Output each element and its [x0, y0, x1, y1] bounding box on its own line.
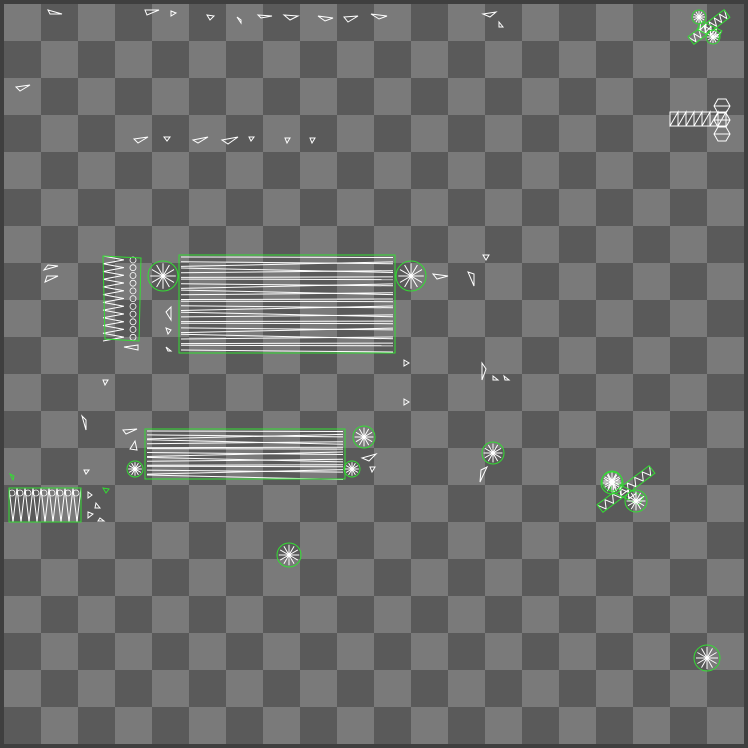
wheel-mesh: [395, 260, 427, 292]
wheel-mesh: [624, 489, 648, 513]
wheel-mesh: [147, 260, 179, 292]
wheel-mesh: [481, 441, 505, 465]
wheel-mesh: [705, 29, 721, 45]
wheel-mesh: [601, 470, 623, 492]
wheel-mesh: [343, 460, 361, 478]
scene-canvas: [0, 0, 748, 748]
checkerboard-background: [0, 0, 748, 748]
wheel-mesh: [693, 644, 721, 672]
wheel-mesh: [691, 9, 707, 25]
wireframe-viewport[interactable]: [0, 0, 748, 748]
wheel-mesh: [276, 542, 302, 568]
wheel-mesh: [126, 460, 144, 478]
wheel-mesh: [352, 425, 376, 449]
